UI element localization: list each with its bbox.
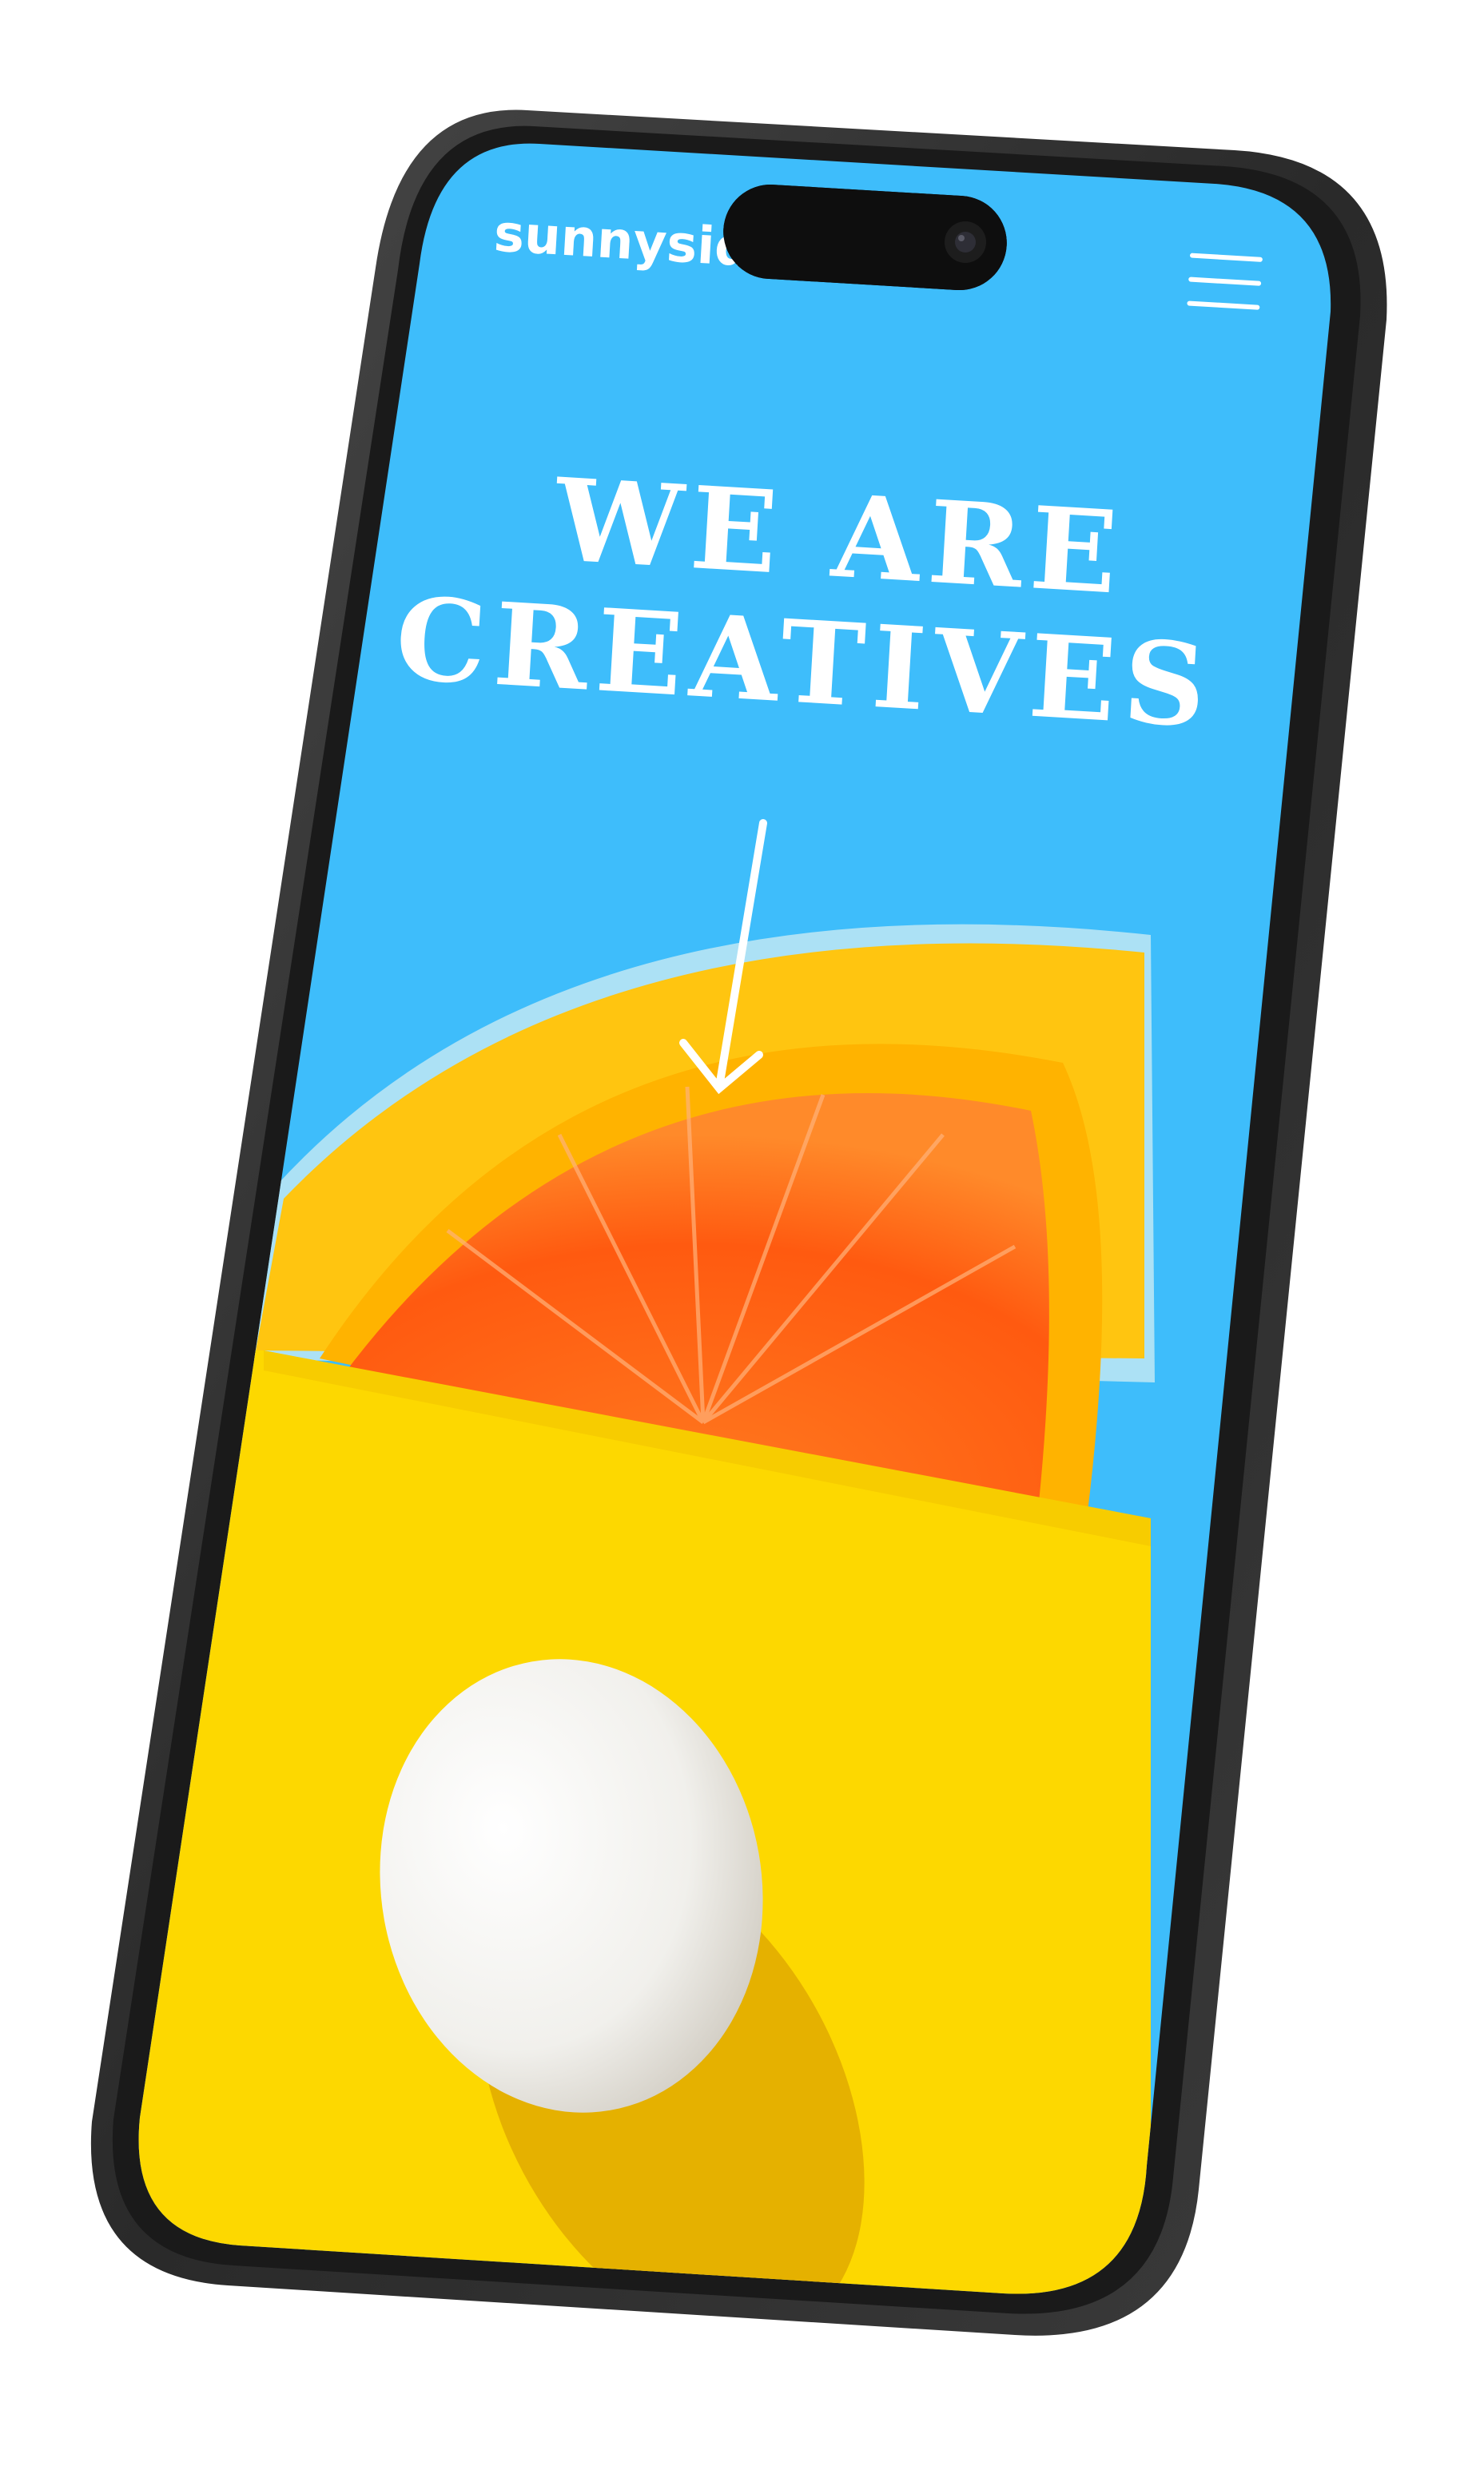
dynamic-island-cover	[723, 185, 1007, 291]
phone-mockup: sunnyside WE ARE CREATIVES	[0, 0, 1484, 2474]
screen	[138, 143, 1331, 2294]
